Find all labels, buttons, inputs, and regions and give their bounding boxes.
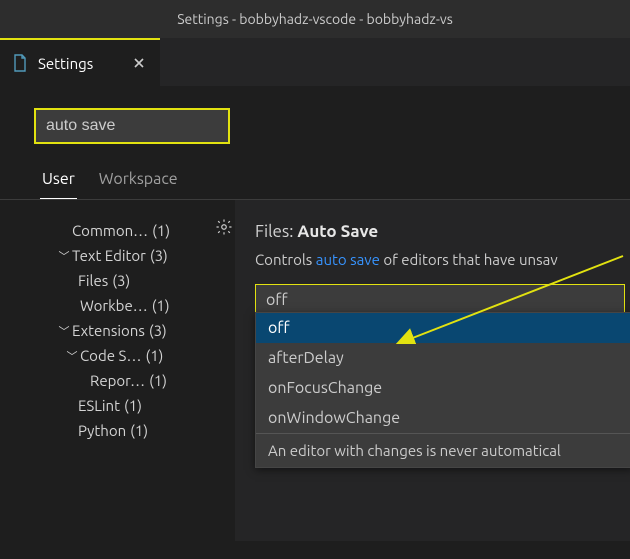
tree-item-reporting[interactable]: Repor… (1) bbox=[0, 368, 235, 393]
chevron-down-icon: ﹀ bbox=[56, 248, 72, 264]
tree-item-python[interactable]: Python (1) bbox=[0, 418, 235, 443]
dropdown-option-onWindowChange[interactable]: onWindowChange bbox=[256, 403, 630, 433]
settings-editor: User Workspace Common… (1) ﹀ Text Editor bbox=[0, 86, 630, 559]
scope-tabs: User Workspace bbox=[0, 162, 630, 200]
dropdown-option-afterDelay[interactable]: afterDelay bbox=[256, 343, 630, 373]
tab-user[interactable]: User bbox=[40, 162, 77, 199]
settings-file-icon bbox=[12, 54, 28, 72]
tree-item-code-styles[interactable]: ﹀ Code S… (1) bbox=[0, 343, 235, 368]
tree-item-extensions[interactable]: ﹀ Extensions (3) bbox=[0, 318, 235, 343]
dropdown-option-onFocusChange[interactable]: onFocusChange bbox=[256, 373, 630, 403]
settings-main: Files: Auto Save Controls auto save of e… bbox=[235, 200, 630, 541]
window-title: Settings - bobbyhadz-vscode - bobbyhadz-… bbox=[177, 11, 453, 27]
tree-item-common[interactable]: Common… (1) bbox=[0, 218, 235, 243]
tree-item-eslint[interactable]: ESLint (1) bbox=[0, 393, 235, 418]
dropdown-description: An editor with changes is never automati… bbox=[256, 433, 630, 467]
window-titlebar: Settings - bobbyhadz-vscode - bobbyhadz-… bbox=[0, 0, 630, 38]
setting-description: Controls auto save of editors that have … bbox=[255, 251, 630, 268]
tab-settings[interactable]: Settings bbox=[0, 38, 160, 86]
settings-tree: Common… (1) ﹀ Text Editor (3) Files (3) … bbox=[0, 200, 235, 541]
auto-save-link[interactable]: auto save bbox=[316, 251, 380, 268]
tab-label: Settings bbox=[38, 55, 93, 72]
close-icon[interactable] bbox=[130, 54, 148, 72]
tab-workspace[interactable]: Workspace bbox=[97, 162, 180, 199]
search-input[interactable] bbox=[34, 108, 230, 144]
dropdown-option-off[interactable]: off bbox=[256, 313, 630, 343]
gear-icon[interactable] bbox=[215, 218, 233, 239]
tab-strip: Settings bbox=[0, 38, 630, 86]
setting-title: Files: Auto Save bbox=[255, 222, 630, 241]
chevron-down-icon: ﹀ bbox=[56, 323, 72, 339]
tree-item-workbench[interactable]: Workbe… (1) bbox=[0, 293, 235, 318]
chevron-down-icon: ﹀ bbox=[64, 348, 80, 364]
tree-item-files[interactable]: Files (3) bbox=[0, 268, 235, 293]
auto-save-dropdown: off afterDelay onFocusChange onWindowCha… bbox=[255, 312, 630, 468]
tree-item-text-editor[interactable]: ﹀ Text Editor (3) bbox=[0, 243, 235, 268]
